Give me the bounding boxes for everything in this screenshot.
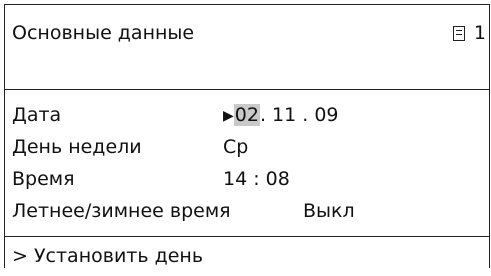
settings-panel: Основные данные 1 Дата ▶02. 11 . 09 День… xyxy=(4,4,490,268)
action-hint[interactable]: > Установить день xyxy=(12,245,203,267)
panel-footer: > Установить день xyxy=(5,236,489,276)
date-label: Дата xyxy=(12,104,62,126)
weekday-label: День недели xyxy=(12,136,142,158)
page-indicator: 1 xyxy=(452,22,486,44)
panel-header: Основные данные 1 xyxy=(5,5,489,90)
list-page-icon xyxy=(452,25,465,41)
date-value[interactable]: ▶02. 11 . 09 xyxy=(223,99,339,133)
page-number: 1 xyxy=(473,22,486,44)
cursor-arrow-icon: ▶ xyxy=(223,108,234,124)
date-month-year: . 11 . 09 xyxy=(259,104,339,126)
dst-label: Летнее/зимнее время xyxy=(12,200,231,222)
weekday-value: Ср xyxy=(223,136,249,158)
dst-value: Выкл xyxy=(303,200,355,222)
panel-title: Основные данные xyxy=(12,22,195,44)
time-label: Время xyxy=(12,168,75,190)
date-day-field[interactable]: 02 xyxy=(233,104,260,126)
time-value: 14 : 08 xyxy=(223,168,290,190)
